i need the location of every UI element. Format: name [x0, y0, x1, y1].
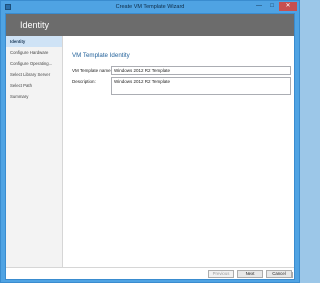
nav-item-configure-operating-system[interactable]: Configure Operating...: [6, 58, 62, 69]
page-title: Identity: [20, 20, 50, 30]
wizard-content: VM Template Identity VM Template name: W…: [64, 36, 294, 267]
next-button[interactable]: Next: [237, 270, 263, 278]
resize-grip[interactable]: [287, 272, 293, 278]
title-bar[interactable]: Create VM Template Wizard — □ ✕: [1, 1, 299, 13]
wizard-footer: Previous Next Cancel: [6, 267, 294, 279]
vm-template-name-input[interactable]: Windows 2012 R2 Template: [111, 66, 291, 75]
wizard-banner: Identity: [6, 14, 294, 36]
nav-item-identity[interactable]: Identity: [6, 36, 62, 47]
minimize-button[interactable]: —: [253, 2, 265, 11]
wizard-step-nav: Identity Configure Hardware Configure Op…: [6, 36, 63, 267]
wizard-client: Identity Identity Configure Hardware Con…: [5, 13, 295, 280]
nav-item-select-path[interactable]: Select Path: [6, 80, 62, 91]
caption-buttons: — □ ✕: [253, 2, 297, 11]
nav-item-configure-hardware[interactable]: Configure Hardware: [6, 47, 62, 58]
close-button[interactable]: ✕: [279, 2, 297, 11]
wizard-window: Create VM Template Wizard — □ ✕ Identity…: [0, 0, 300, 283]
nav-item-select-library-server[interactable]: Select Library Server: [6, 69, 62, 80]
previous-button[interactable]: Previous: [208, 270, 234, 278]
vm-template-name-label: VM Template name:: [72, 68, 112, 73]
nav-item-summary[interactable]: Summary: [6, 91, 62, 102]
window-title: Create VM Template Wizard: [115, 4, 185, 10]
section-title: VM Template Identity: [72, 52, 130, 59]
app-icon: [5, 4, 11, 10]
description-textarea[interactable]: Windows 2012 R2 Template: [111, 77, 291, 95]
description-label: Description:: [72, 79, 96, 84]
maximize-button[interactable]: □: [266, 2, 278, 11]
